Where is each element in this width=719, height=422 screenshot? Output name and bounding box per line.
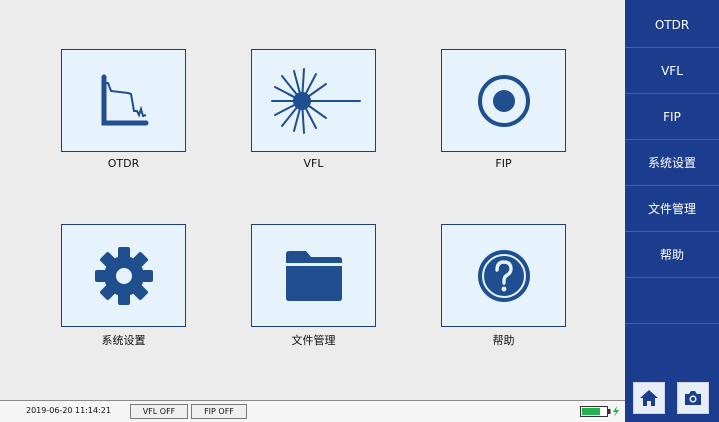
files-tile-label: 文件管理 <box>291 334 336 347</box>
record-circle-icon <box>477 74 530 127</box>
vfl-tile-label: VFL <box>303 157 324 170</box>
battery-level-fill <box>582 408 600 415</box>
otdr-tile-label: OTDR <box>107 157 140 170</box>
home-icon <box>640 390 658 406</box>
help-tile-label: 帮助 <box>492 334 515 347</box>
help-tile[interactable] <box>441 224 566 327</box>
fip-tile-label: FIP <box>495 157 512 170</box>
screenshot-button[interactable] <box>677 382 709 414</box>
status-bar: 2019-06-20 11:14:21 VFL OFF FIP OFF <box>0 400 625 422</box>
sidebar-item-label: FIP <box>663 109 681 124</box>
sidebar-empty-slot <box>625 278 719 324</box>
sidebar-empty-slot <box>625 324 719 370</box>
folder-icon <box>285 250 342 301</box>
home-button[interactable] <box>633 382 665 414</box>
battery-charging-icon <box>580 406 619 417</box>
settings-tile-label: 系统设置 <box>101 334 146 347</box>
datetime-text: 2019-06-20 11:14:21 <box>26 406 111 415</box>
fip-status-label: FIP OFF <box>204 407 234 416</box>
sidebar-item-label: OTDR <box>654 17 690 32</box>
vfl-status-badge[interactable]: VFL OFF <box>130 404 188 419</box>
otdr-trace-icon <box>101 74 148 125</box>
fip-tile[interactable] <box>441 49 566 152</box>
main-panel: OTDR VFL FIP 系统设置 文件管理 帮助 <box>0 0 625 400</box>
help-icon <box>477 249 530 302</box>
laser-burst-icon <box>270 67 361 134</box>
fip-status-badge[interactable]: FIP OFF <box>191 404 247 419</box>
sidebar-item-fip[interactable]: FIP <box>625 94 719 140</box>
sidebar-item-files[interactable]: 文件管理 <box>625 186 719 232</box>
settings-tile[interactable] <box>61 224 186 327</box>
sidebar-item-otdr[interactable]: OTDR <box>625 2 719 48</box>
sidebar-item-label: 帮助 <box>659 248 684 262</box>
sidebar-item-help[interactable]: 帮助 <box>625 232 719 278</box>
sidebar-item-label: 文件管理 <box>647 202 696 216</box>
otdr-tile[interactable] <box>61 49 186 152</box>
sidebar-item-label: 系统设置 <box>647 156 696 170</box>
gear-icon <box>94 246 153 305</box>
sidebar-item-label: VFL <box>661 63 683 78</box>
camera-icon <box>685 391 701 405</box>
sidebar: OTDR VFL FIP 系统设置 文件管理 帮助 <box>625 0 719 422</box>
battery-indicator <box>580 405 622 420</box>
vfl-tile[interactable] <box>251 49 376 152</box>
sidebar-item-settings[interactable]: 系统设置 <box>625 140 719 186</box>
sidebar-item-vfl[interactable]: VFL <box>625 48 719 94</box>
vfl-status-label: VFL OFF <box>142 407 176 416</box>
files-tile[interactable] <box>251 224 376 327</box>
